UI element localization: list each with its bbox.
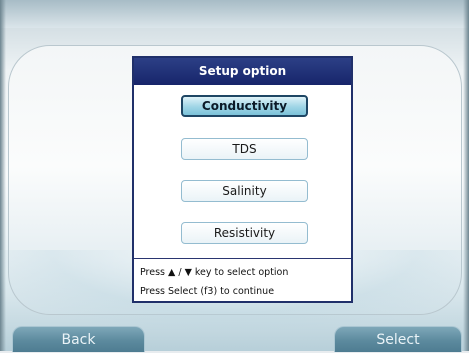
dialog-title: Setup option xyxy=(134,58,351,85)
option-conductivity[interactable]: Conductivity xyxy=(181,95,308,117)
help-text-continue: Press Select (f3) to continue xyxy=(140,286,275,297)
setup-option-dialog: Setup option Conductivity TDS Salinity R… xyxy=(132,56,353,303)
select-softkey[interactable]: Select xyxy=(334,326,462,352)
help-text-select: Press ▲ / ▼ key to select option xyxy=(140,267,289,278)
option-resistivity[interactable]: Resistivity xyxy=(181,222,308,244)
top-band xyxy=(0,0,469,28)
option-salinity[interactable]: Salinity xyxy=(181,180,308,202)
back-softkey[interactable]: Back xyxy=(12,326,145,352)
dialog-divider xyxy=(134,258,351,259)
device-screen: Setup option Conductivity TDS Salinity R… xyxy=(0,0,469,352)
option-tds[interactable]: TDS xyxy=(181,138,308,160)
